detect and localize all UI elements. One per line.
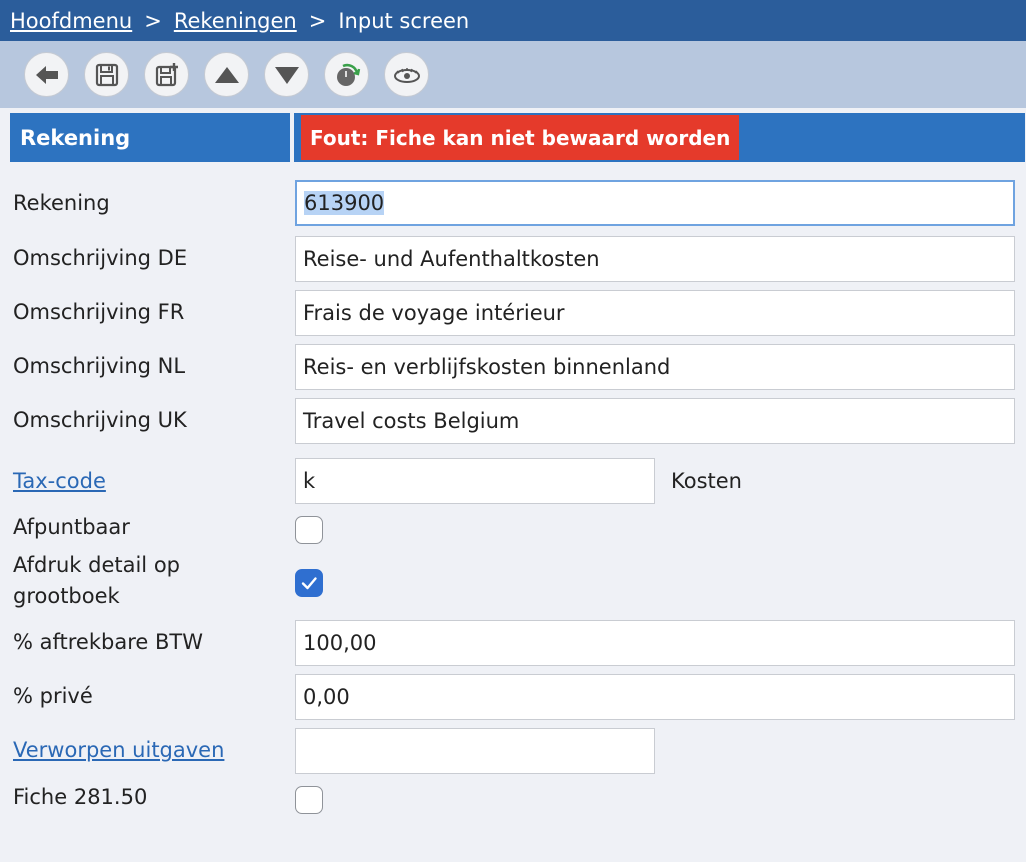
back-button[interactable] [24,52,69,97]
fiche-281-50-label: Fiche 281.50 [13,785,148,809]
tax-code-field[interactable]: k [295,458,655,504]
afpuntbaar-label: Afpuntbaar [13,515,130,539]
afdruk-detail-label-line2: grootboek [13,584,120,608]
breadcrumb-rekeningen-link[interactable]: Rekeningen [174,9,297,33]
move-up-button[interactable] [204,52,249,97]
checkmark-icon [301,576,317,589]
afdruk-detail-checkbox[interactable] [295,569,323,597]
preview-button[interactable] [384,52,429,97]
save-new-icon [155,62,178,86]
section-title: Rekening [10,113,290,162]
omschrijving-nl-field[interactable]: Reis- en verblijfskosten binnenland [295,344,1015,390]
omschrijving-de-field[interactable]: Reise- und Aufenthaltkosten [295,236,1015,282]
breadcrumb-separator: > [144,8,162,33]
omschrijving-fr-field[interactable]: Frais de voyage intérieur [295,290,1015,336]
save-button[interactable] [84,52,129,97]
verworpen-uitgaven-field[interactable] [295,728,655,774]
omschrijving-uk-label: Omschrijving UK [13,408,187,432]
rekening-label: Rekening [13,191,110,215]
breadcrumb-current: Input screen [338,8,470,33]
afdruk-detail-label-line1: Afdruk detail op [13,553,180,577]
aftrekbare-btw-field[interactable]: 100,00 [295,620,1015,666]
rekening-field[interactable]: 613900 [295,180,1015,226]
verworpen-uitgaven-link[interactable]: Verworpen uitgaven [13,738,224,762]
fiche-281-50-checkbox[interactable] [295,786,323,814]
arrow-up-icon [214,66,239,83]
prive-field[interactable]: 0,00 [295,674,1015,720]
aftrekbare-btw-label: % aftrekbare BTW [13,630,203,654]
tax-code-value: k [303,469,316,493]
prive-label: % privé [13,684,93,708]
arrow-down-icon [274,66,299,84]
move-down-button[interactable] [264,52,309,97]
back-icon [35,65,58,84]
eye-icon [393,67,420,83]
omschrijving-nl-label: Omschrijving NL [13,354,186,378]
breadcrumb: Hoofdmenu > Rekeningen > Input screen [0,0,1026,41]
aftrekbare-btw-value: 100,00 [303,631,377,655]
omschrijving-de-value: Reise- und Aufenthaltkosten [303,247,600,271]
breadcrumb-hoofdmenu-link[interactable]: Hoofdmenu [10,9,132,33]
toolbar [0,41,1026,108]
save-icon [95,63,118,86]
afpuntbaar-checkbox[interactable] [295,516,323,544]
tax-code-description: Kosten [671,469,742,493]
omschrijving-fr-label: Omschrijving FR [13,300,185,324]
tax-code-link[interactable]: Tax-code [13,469,106,493]
save-new-button[interactable] [144,52,189,97]
refresh-button[interactable] [324,52,369,97]
omschrijving-de-label: Omschrijving DE [13,246,188,270]
breadcrumb-separator: > [308,8,327,33]
rekening-value: 613900 [304,191,385,215]
omschrijving-nl-value: Reis- en verblijfskosten binnenland [303,355,671,379]
omschrijving-uk-field[interactable]: Travel costs Belgium [295,398,1015,444]
prive-value: 0,00 [303,685,350,709]
error-message: Fout: Fiche kan niet bewaard worden [301,115,740,160]
omschrijving-fr-value: Frais de voyage intérieur [303,301,565,325]
refresh-icon [336,63,360,86]
omschrijving-uk-value: Travel costs Belgium [303,409,520,433]
